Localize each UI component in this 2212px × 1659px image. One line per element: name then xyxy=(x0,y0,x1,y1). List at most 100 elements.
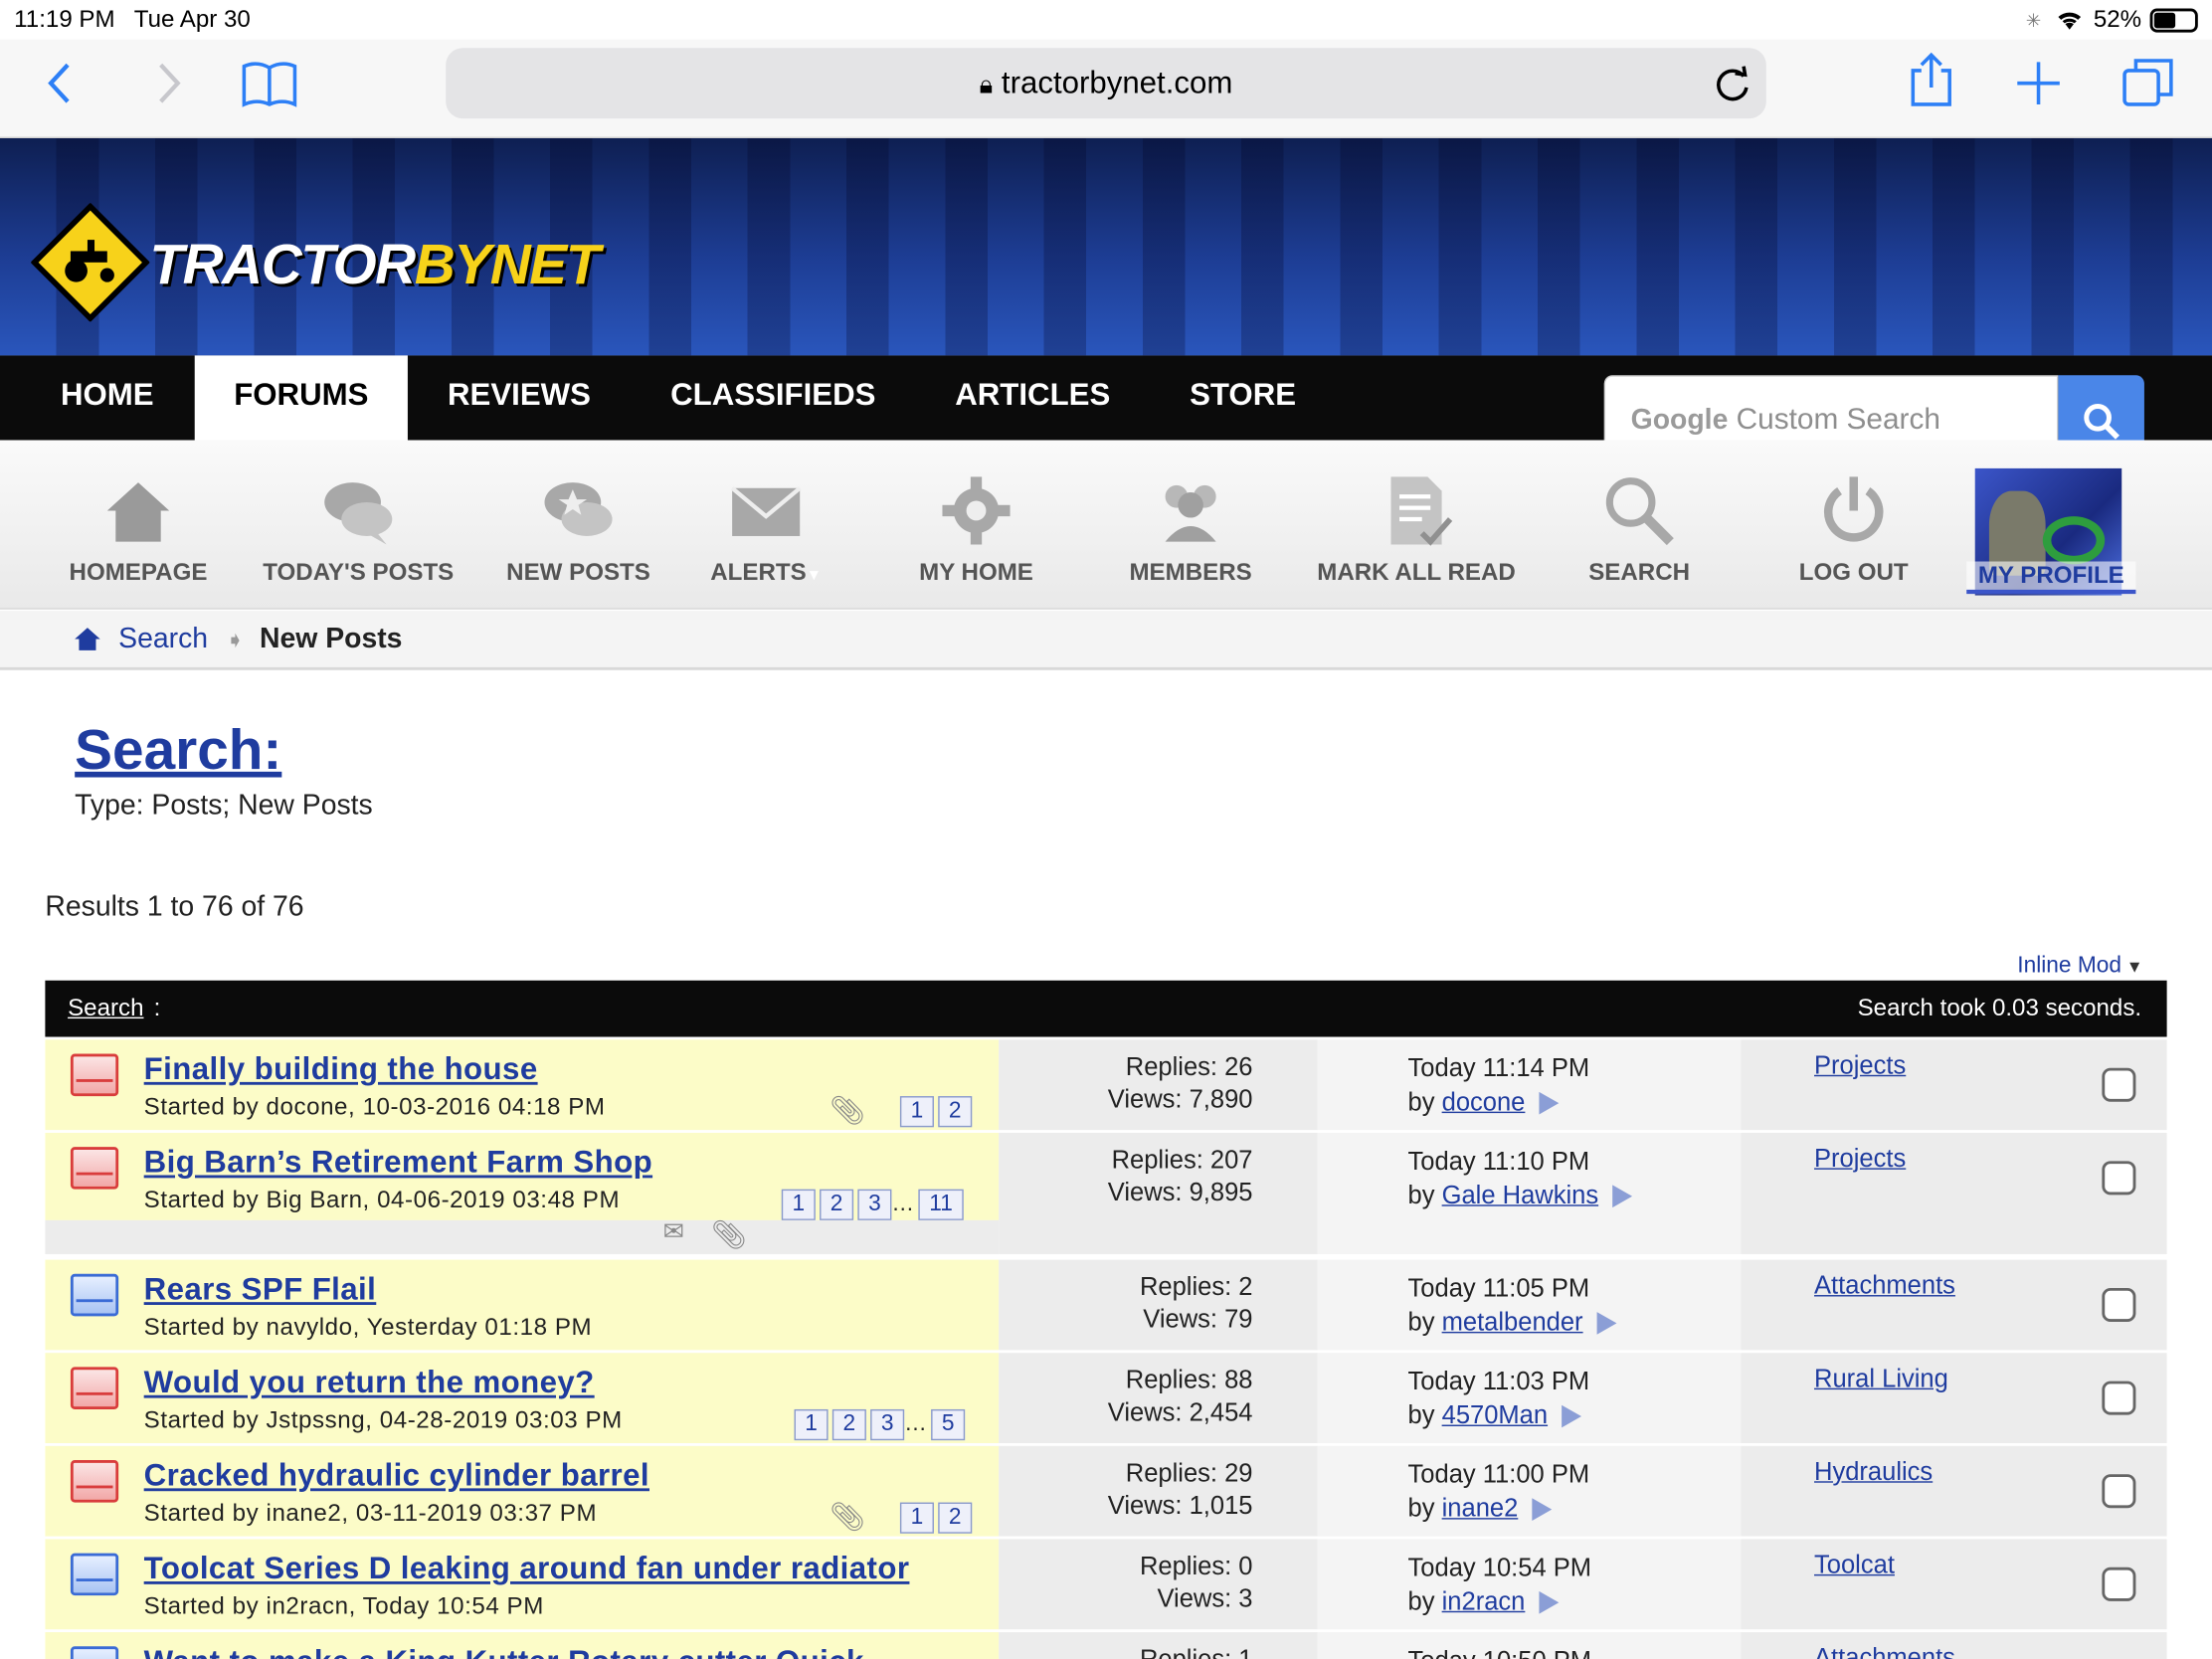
toolbar-my-profile[interactable]: MY PROFILE xyxy=(1966,441,2136,610)
go-to-last-post-icon[interactable] xyxy=(1562,1405,1582,1428)
thread-status-icon xyxy=(70,1553,119,1596)
last-post-time: Today 11:05 PM xyxy=(1407,1273,1590,1303)
page-link[interactable]: 11 xyxy=(918,1189,964,1220)
toolbar-mark-all-read[interactable]: MARK ALL READ xyxy=(1304,441,1530,610)
thread-starter: Started by navyldo, Yesterday 01:18 PM xyxy=(143,1313,593,1341)
last-poster-link[interactable]: in2racn xyxy=(1442,1587,1526,1615)
bookmarks-icon[interactable] xyxy=(240,60,299,119)
last-poster-link[interactable]: docone xyxy=(1442,1088,1526,1116)
thread-title-link[interactable]: Would you return the money? xyxy=(144,1365,595,1401)
magnifier-icon xyxy=(1605,477,1674,546)
page-link[interactable]: 1 xyxy=(899,1502,934,1534)
share-icon[interactable] xyxy=(1908,51,1955,118)
forum-link[interactable]: Attachments xyxy=(1814,1271,1955,1301)
chevron-down-icon: ▼ xyxy=(2120,956,2143,977)
tractor-logo-icon[interactable] xyxy=(31,203,150,322)
go-to-last-post-icon[interactable] xyxy=(1539,1092,1560,1115)
nav-home[interactable]: HOME xyxy=(0,355,215,440)
nav-forums[interactable]: FORUMS xyxy=(194,355,408,441)
select-checkbox[interactable] xyxy=(2102,1567,2136,1601)
go-to-last-post-icon[interactable] xyxy=(1539,1591,1560,1614)
forum-link[interactable]: Attachments xyxy=(1814,1643,1955,1659)
go-to-last-post-icon[interactable] xyxy=(1612,1185,1633,1208)
page-title[interactable]: Search: xyxy=(75,719,281,783)
go-to-last-post-icon[interactable] xyxy=(1532,1498,1553,1522)
gear-icon xyxy=(942,476,1011,545)
last-post-time: Today 11:10 PM xyxy=(1407,1147,1590,1176)
table-row: Rears SPF Flail Started by navyldo, Yest… xyxy=(45,1259,2167,1351)
last-poster-link[interactable]: metalbender xyxy=(1442,1308,1583,1336)
toolbar-search[interactable]: SEARCH xyxy=(1555,441,1724,610)
table-head-search-link[interactable]: Search xyxy=(68,995,143,1022)
site-logo[interactable]: TRACTORBYNET xyxy=(149,234,601,297)
thread-title-link[interactable]: Cracked hydraulic cylinder barrel xyxy=(144,1457,649,1494)
replies-count: Replies: 0 xyxy=(1139,1552,1253,1580)
select-checkbox[interactable] xyxy=(2102,1287,2136,1323)
logo-text-bynet: BYNET xyxy=(414,234,601,296)
address-bar[interactable]: 🔒︎ tractorbynet.com xyxy=(446,48,1766,119)
last-poster-link[interactable]: 4570Man xyxy=(1442,1400,1548,1428)
thread-title-link[interactable]: Want to make a King Kutter Rotary cutter… xyxy=(144,1643,864,1659)
toolbar-members[interactable]: MEMBERS xyxy=(1106,441,1275,610)
page-link[interactable]: 2 xyxy=(831,1408,866,1441)
select-checkbox[interactable] xyxy=(2102,1381,2136,1415)
page-link[interactable]: 1 xyxy=(899,1096,934,1128)
last-poster-link[interactable]: inane2 xyxy=(1442,1494,1519,1522)
last-post-time: Today 11:00 PM xyxy=(1407,1460,1590,1489)
attachment-icon: 📎︎ xyxy=(830,1502,866,1534)
page-links: 1 2 3… 11 xyxy=(778,1189,964,1220)
toolbar-todays-posts[interactable]: TODAY'S POSTS xyxy=(251,441,465,610)
toolbar-log-out[interactable]: LOG OUT xyxy=(1769,441,1938,610)
table-row: Would you return the money? Started by J… xyxy=(45,1353,2167,1443)
power-icon xyxy=(1823,476,1884,542)
tabs-icon[interactable] xyxy=(2121,57,2175,118)
page-link[interactable]: 1 xyxy=(794,1408,829,1441)
page-link[interactable]: 5 xyxy=(931,1408,966,1441)
search-time: Search took 0.03 seconds. xyxy=(1857,994,2142,1021)
breadcrumb: Search ➧ New Posts xyxy=(0,611,2212,670)
page-link[interactable]: 2 xyxy=(820,1189,854,1220)
thread-title-link[interactable]: Finally building the house xyxy=(144,1051,538,1088)
page-link[interactable]: 3 xyxy=(870,1408,905,1441)
thread-title-link[interactable]: Big Barn’s Retirement Farm Shop xyxy=(144,1144,652,1181)
toolbar-my-home[interactable]: MY HOME xyxy=(891,441,1060,610)
forum-link[interactable]: Projects xyxy=(1814,1051,1906,1081)
views-count: Views: 1,015 xyxy=(1107,1491,1253,1520)
select-checkbox[interactable] xyxy=(2102,1161,2136,1196)
thread-title-link[interactable]: Toolcat Series D leaking around fan unde… xyxy=(144,1551,910,1587)
toolbar-new-posts[interactable]: NEW POSTS xyxy=(493,441,662,610)
toolbar-alerts[interactable]: ALERTS▼ xyxy=(688,441,843,610)
toolbar-homepage[interactable]: HOMEPAGE xyxy=(54,441,223,610)
breadcrumb-search-link[interactable]: Search xyxy=(118,624,208,656)
views-count: Views: 9,895 xyxy=(1107,1178,1253,1206)
go-to-last-post-icon[interactable] xyxy=(1596,1312,1617,1336)
back-icon[interactable] xyxy=(45,60,76,116)
nav-reviews[interactable]: REVIEWS xyxy=(424,355,616,440)
page-link[interactable]: 2 xyxy=(938,1502,973,1534)
new-tab-icon[interactable] xyxy=(2014,60,2062,116)
forum-link[interactable]: Toolcat xyxy=(1814,1551,1895,1580)
thread-title-link[interactable]: Rears SPF Flail xyxy=(144,1271,377,1308)
forum-link[interactable]: Hydraulics xyxy=(1814,1457,1933,1487)
page-link[interactable]: 3 xyxy=(857,1189,892,1220)
page-link[interactable]: 2 xyxy=(938,1096,973,1128)
house-icon xyxy=(106,482,170,542)
select-checkbox[interactable] xyxy=(2102,1474,2136,1509)
reload-icon[interactable] xyxy=(1713,65,1752,112)
page-link[interactable]: 1 xyxy=(781,1189,816,1220)
inline-mod-menu[interactable]: Inline Mod ▼ xyxy=(2017,954,2142,980)
select-checkbox[interactable] xyxy=(2102,1067,2136,1102)
battery-percent: 52% xyxy=(2093,5,2142,33)
thread-status-icon xyxy=(70,1273,119,1317)
page-links: 12 xyxy=(896,1096,973,1128)
last-poster-link[interactable]: Gale Hawkins xyxy=(1442,1181,1599,1208)
nav-articles[interactable]: ARTICLES xyxy=(931,355,1134,440)
nav-classifieds[interactable]: CLASSIFIEDS xyxy=(646,355,900,440)
search-icon xyxy=(2084,404,2120,440)
forum-link[interactable]: Rural Living xyxy=(1814,1365,1948,1394)
forum-link[interactable]: Projects xyxy=(1814,1144,1906,1174)
last-post-time: Today 10:50 PM xyxy=(1408,1643,1591,1659)
nav-store[interactable]: STORE xyxy=(1171,355,1315,440)
home-icon[interactable] xyxy=(74,625,101,652)
forward-icon[interactable] xyxy=(152,60,183,116)
